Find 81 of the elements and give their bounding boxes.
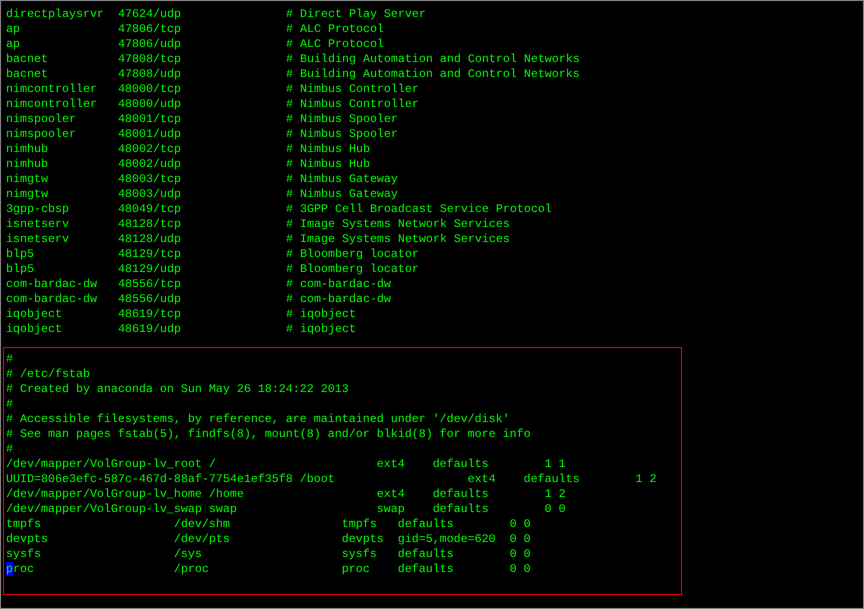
service-name: nimgtw	[6, 187, 49, 202]
port-protocol: 48619/udp	[118, 322, 182, 337]
port-protocol: 48128/tcp	[118, 217, 182, 232]
service-name: isnetserv	[6, 217, 70, 232]
port-protocol: 47806/udp	[118, 37, 182, 52]
port-protocol: 47624/udp	[118, 7, 182, 22]
service-comment: # Nimbus Gateway	[286, 172, 398, 187]
service-name: blp5	[6, 247, 35, 262]
port-protocol: 48000/tcp	[118, 82, 182, 97]
service-comment: # Image Systems Network Services	[286, 232, 510, 247]
service-name: 3gpp-cbsp	[6, 202, 70, 217]
port-protocol: 48556/tcp	[118, 277, 182, 292]
service-comment: # Bloomberg locator	[286, 247, 419, 262]
config-line: # Created by anaconda on Sun May 26 18:24:22 2013	[6, 382, 349, 397]
port-protocol: 48556/udp	[118, 292, 182, 307]
config-line: devpts /dev/pts devpts gid=5,mode=620 0 0	[6, 532, 531, 547]
service-comment: # Nimbus Controller	[286, 82, 419, 97]
service-comment: # ALC Protocol	[286, 22, 384, 37]
port-protocol: 48129/udp	[118, 262, 182, 277]
service-comment: # com-bardac-dw	[286, 292, 391, 307]
service-comment: # Nimbus Controller	[286, 97, 419, 112]
service-name: nimhub	[6, 142, 49, 157]
service-name: nimspooler	[6, 112, 77, 127]
port-protocol: 48129/tcp	[118, 247, 182, 262]
service-comment: # com-bardac-dw	[286, 277, 391, 292]
port-protocol: 48049/tcp	[118, 202, 182, 217]
service-comment: # Direct Play Server	[286, 7, 426, 22]
port-protocol: 48003/tcp	[118, 172, 182, 187]
service-name: iqobject	[6, 307, 63, 322]
service-comment: # Nimbus Spooler	[286, 112, 398, 127]
service-name: bacnet	[6, 52, 49, 67]
port-protocol: 48002/udp	[118, 157, 182, 172]
port-protocol: 48000/udp	[118, 97, 182, 112]
service-name: blp5	[6, 262, 35, 277]
config-line: # See man pages fstab(5), findfs(8), mount(8) and/or blkid(8) for more info	[6, 427, 531, 442]
service-name: nimhub	[6, 157, 49, 172]
config-line: /dev/mapper/VolGroup-lv_home /home ext4 defaults 1 2	[6, 487, 566, 502]
config-line: /dev/mapper/VolGroup-lv_swap swap swap defaults 0 0	[6, 502, 566, 517]
port-protocol: 47806/tcp	[118, 22, 182, 37]
port-protocol: 48001/tcp	[118, 112, 182, 127]
service-name: nimcontroller	[6, 97, 98, 112]
port-protocol: 47808/udp	[118, 67, 182, 82]
config-line: # Accessible filesystems, by reference, are maintained under '/dev/disk'	[6, 412, 510, 427]
config-line: UUID=806e3efc-587c-467d-88af-7754e1ef35f8 /boot ext4 defaults 1 2	[6, 472, 657, 487]
port-protocol: 48619/tcp	[118, 307, 182, 322]
port-protocol: 48002/tcp	[118, 142, 182, 157]
service-comment: # Building Automation and Control Networks	[286, 52, 580, 67]
service-comment: # iqobject	[286, 322, 356, 337]
service-comment: # Image Systems Network Services	[286, 217, 510, 232]
service-comment: # 3GPP Cell Broadcast Service Protocol	[286, 202, 552, 217]
config-line: #	[6, 442, 13, 457]
service-name: iqobject	[6, 322, 63, 337]
port-protocol: 48001/udp	[118, 127, 182, 142]
service-name: ap	[6, 22, 21, 37]
port-protocol: 48003/udp	[118, 187, 182, 202]
port-protocol: 47808/tcp	[118, 52, 182, 67]
service-name: isnetserv	[6, 232, 70, 247]
config-line: #	[6, 397, 13, 412]
service-name: nimspooler	[6, 127, 77, 142]
service-comment: # ALC Protocol	[286, 37, 384, 52]
service-name: com-bardac-dw	[6, 292, 98, 307]
service-comment: # Building Automation and Control Networks	[286, 67, 580, 82]
config-line: proc /proc proc defaults 0 0	[6, 562, 531, 577]
config-line: /dev/mapper/VolGroup-lv_root / ext4 defaults 1 1	[6, 457, 566, 472]
config-line: tmpfs /dev/shm tmpfs defaults 0 0	[6, 517, 531, 532]
service-comment: # Nimbus Hub	[286, 157, 370, 172]
service-comment: # Bloomberg locator	[286, 262, 419, 277]
service-name: nimgtw	[6, 172, 49, 187]
config-line: sysfs /sys sysfs defaults 0 0	[6, 547, 531, 562]
service-name: directplaysrvr	[6, 7, 105, 22]
config-line: #	[6, 352, 13, 367]
service-comment: # iqobject	[286, 307, 356, 322]
service-comment: # Nimbus Spooler	[286, 127, 398, 142]
service-name: nimcontroller	[6, 82, 98, 97]
service-name: bacnet	[6, 67, 49, 82]
service-comment: # Nimbus Gateway	[286, 187, 398, 202]
config-line: # /etc/fstab	[6, 367, 90, 382]
service-name: com-bardac-dw	[6, 277, 98, 292]
port-protocol: 48128/udp	[118, 232, 182, 247]
service-comment: # Nimbus Hub	[286, 142, 370, 157]
service-name: ap	[6, 37, 21, 52]
